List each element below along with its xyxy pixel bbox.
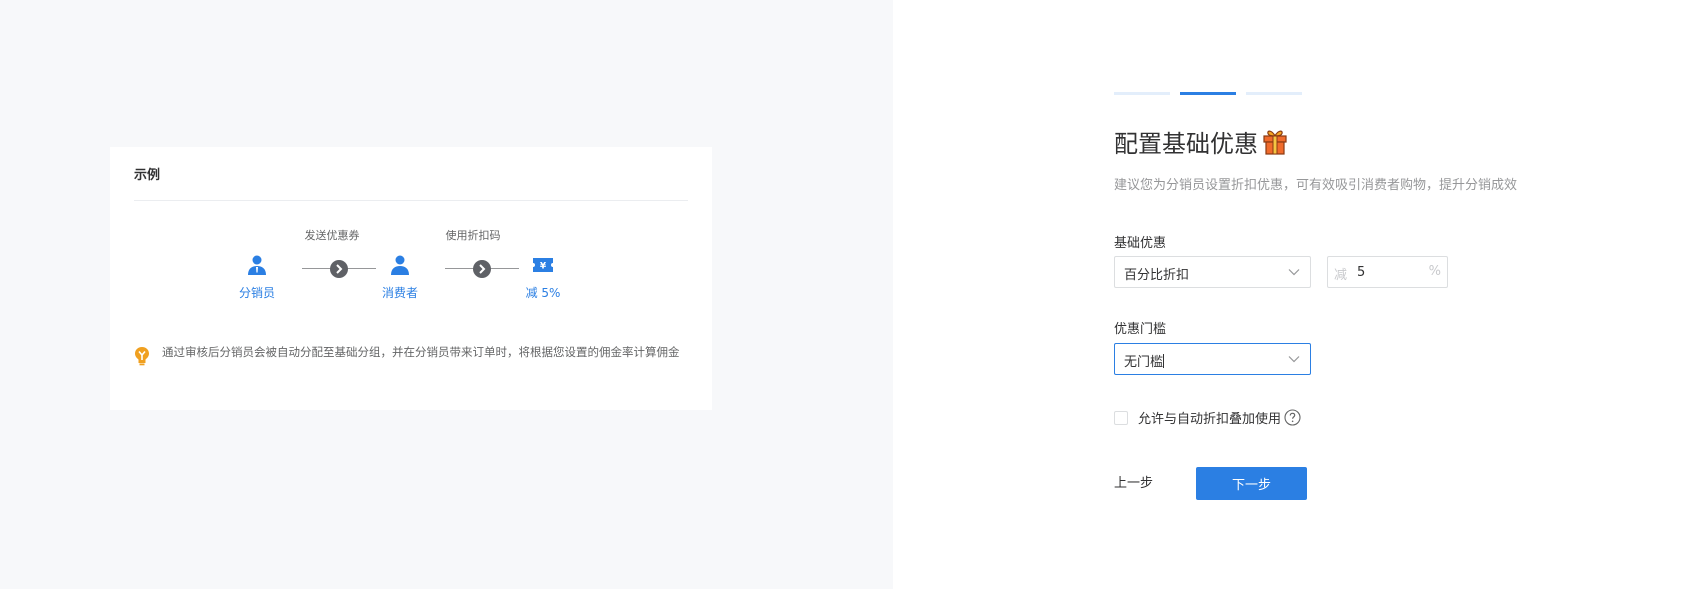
lightbulb-icon <box>135 347 149 366</box>
preview-panel: 示例 发送优惠券 使用折扣码 分销员 消费者 ¥ 减 5% 通过审核后分销员会被… <box>0 0 893 589</box>
text-cursor <box>1163 354 1165 368</box>
flow-node-label: 减 5% <box>525 286 561 300</box>
user-icon <box>248 255 266 275</box>
stack-discount-option[interactable]: 允许与自动折扣叠加使用 <box>1114 408 1301 427</box>
discount-prefix: 减 <box>1334 268 1348 283</box>
chevron-down-icon <box>1288 269 1300 276</box>
svg-text:¥: ¥ <box>540 262 547 272</box>
flow-node-discount: ¥ 减 5% <box>503 254 583 301</box>
flow-node-label: 消费者 <box>381 286 418 300</box>
user-icon <box>391 255 409 275</box>
flow-node-label: 分销员 <box>238 286 275 300</box>
stack-discount-label[interactable]: 允许与自动折扣叠加使用 <box>1138 408 1281 427</box>
app-root: 示例 发送优惠券 使用折扣码 分销员 消费者 ¥ 减 5% 通过审核后分销员会被… <box>0 0 1685 589</box>
percent-suffix: % <box>1428 264 1441 279</box>
progress-step-1 <box>1114 92 1170 95</box>
progress-step-3 <box>1246 92 1302 95</box>
flow-node-consumer: 消费者 <box>360 254 440 301</box>
threshold-select[interactable]: 无门槛 <box>1114 343 1311 375</box>
basic-discount-label: 基础优惠 <box>1114 236 1167 251</box>
discount-amount-field[interactable]: 减 % <box>1327 256 1448 288</box>
flow-step-label: 发送优惠券 <box>304 229 360 242</box>
progress-step-2-active <box>1180 92 1236 95</box>
flow-step-label: 使用折扣码 <box>445 229 501 242</box>
page-subtitle: 建议您为分销员设置折扣优惠，可有效吸引消费者购物，提升分销成效 <box>1114 178 1518 193</box>
chevron-down-icon <box>1288 356 1300 363</box>
config-panel: 配置基础优惠 建议您为分销员设置折扣优惠，可有效吸引消费者购物，提升分销成效 基… <box>893 0 1685 589</box>
discount-type-select[interactable]: 百分比折扣 <box>1114 256 1311 288</box>
chevron-right-icon <box>473 260 491 278</box>
title-row: 配置基础优惠 <box>1114 124 1288 159</box>
tip-text: 通过审核后分销员会被自动分配至基础分组，并在分销员带来订单时，将根据您设置的佣金… <box>162 345 680 359</box>
flow-node-distributor: 分销员 <box>217 254 297 301</box>
stack-discount-checkbox[interactable] <box>1114 410 1128 425</box>
threshold-value-wrap: 无门槛 <box>1124 351 1165 370</box>
example-card: 示例 发送优惠券 使用折扣码 分销员 消费者 ¥ 减 5% 通过审核后分销员会被… <box>110 147 712 410</box>
next-step-button[interactable]: 下一步 <box>1196 467 1307 500</box>
threshold-value: 无门槛 <box>1124 355 1164 370</box>
threshold-label: 优惠门槛 <box>1114 322 1167 337</box>
page-title: 配置基础优惠 <box>1114 130 1258 158</box>
chevron-right-icon <box>330 260 348 278</box>
prev-step-button[interactable]: 上一步 <box>1114 468 1153 500</box>
discount-amount-input[interactable] <box>1357 262 1417 282</box>
gift-icon <box>1263 130 1287 155</box>
coupon-icon: ¥ <box>533 258 553 272</box>
flow-diagram: 发送优惠券 使用折扣码 分销员 消费者 ¥ 减 5% <box>110 147 712 317</box>
help-icon[interactable] <box>1284 409 1301 426</box>
discount-type-value: 百分比折扣 <box>1124 268 1190 283</box>
